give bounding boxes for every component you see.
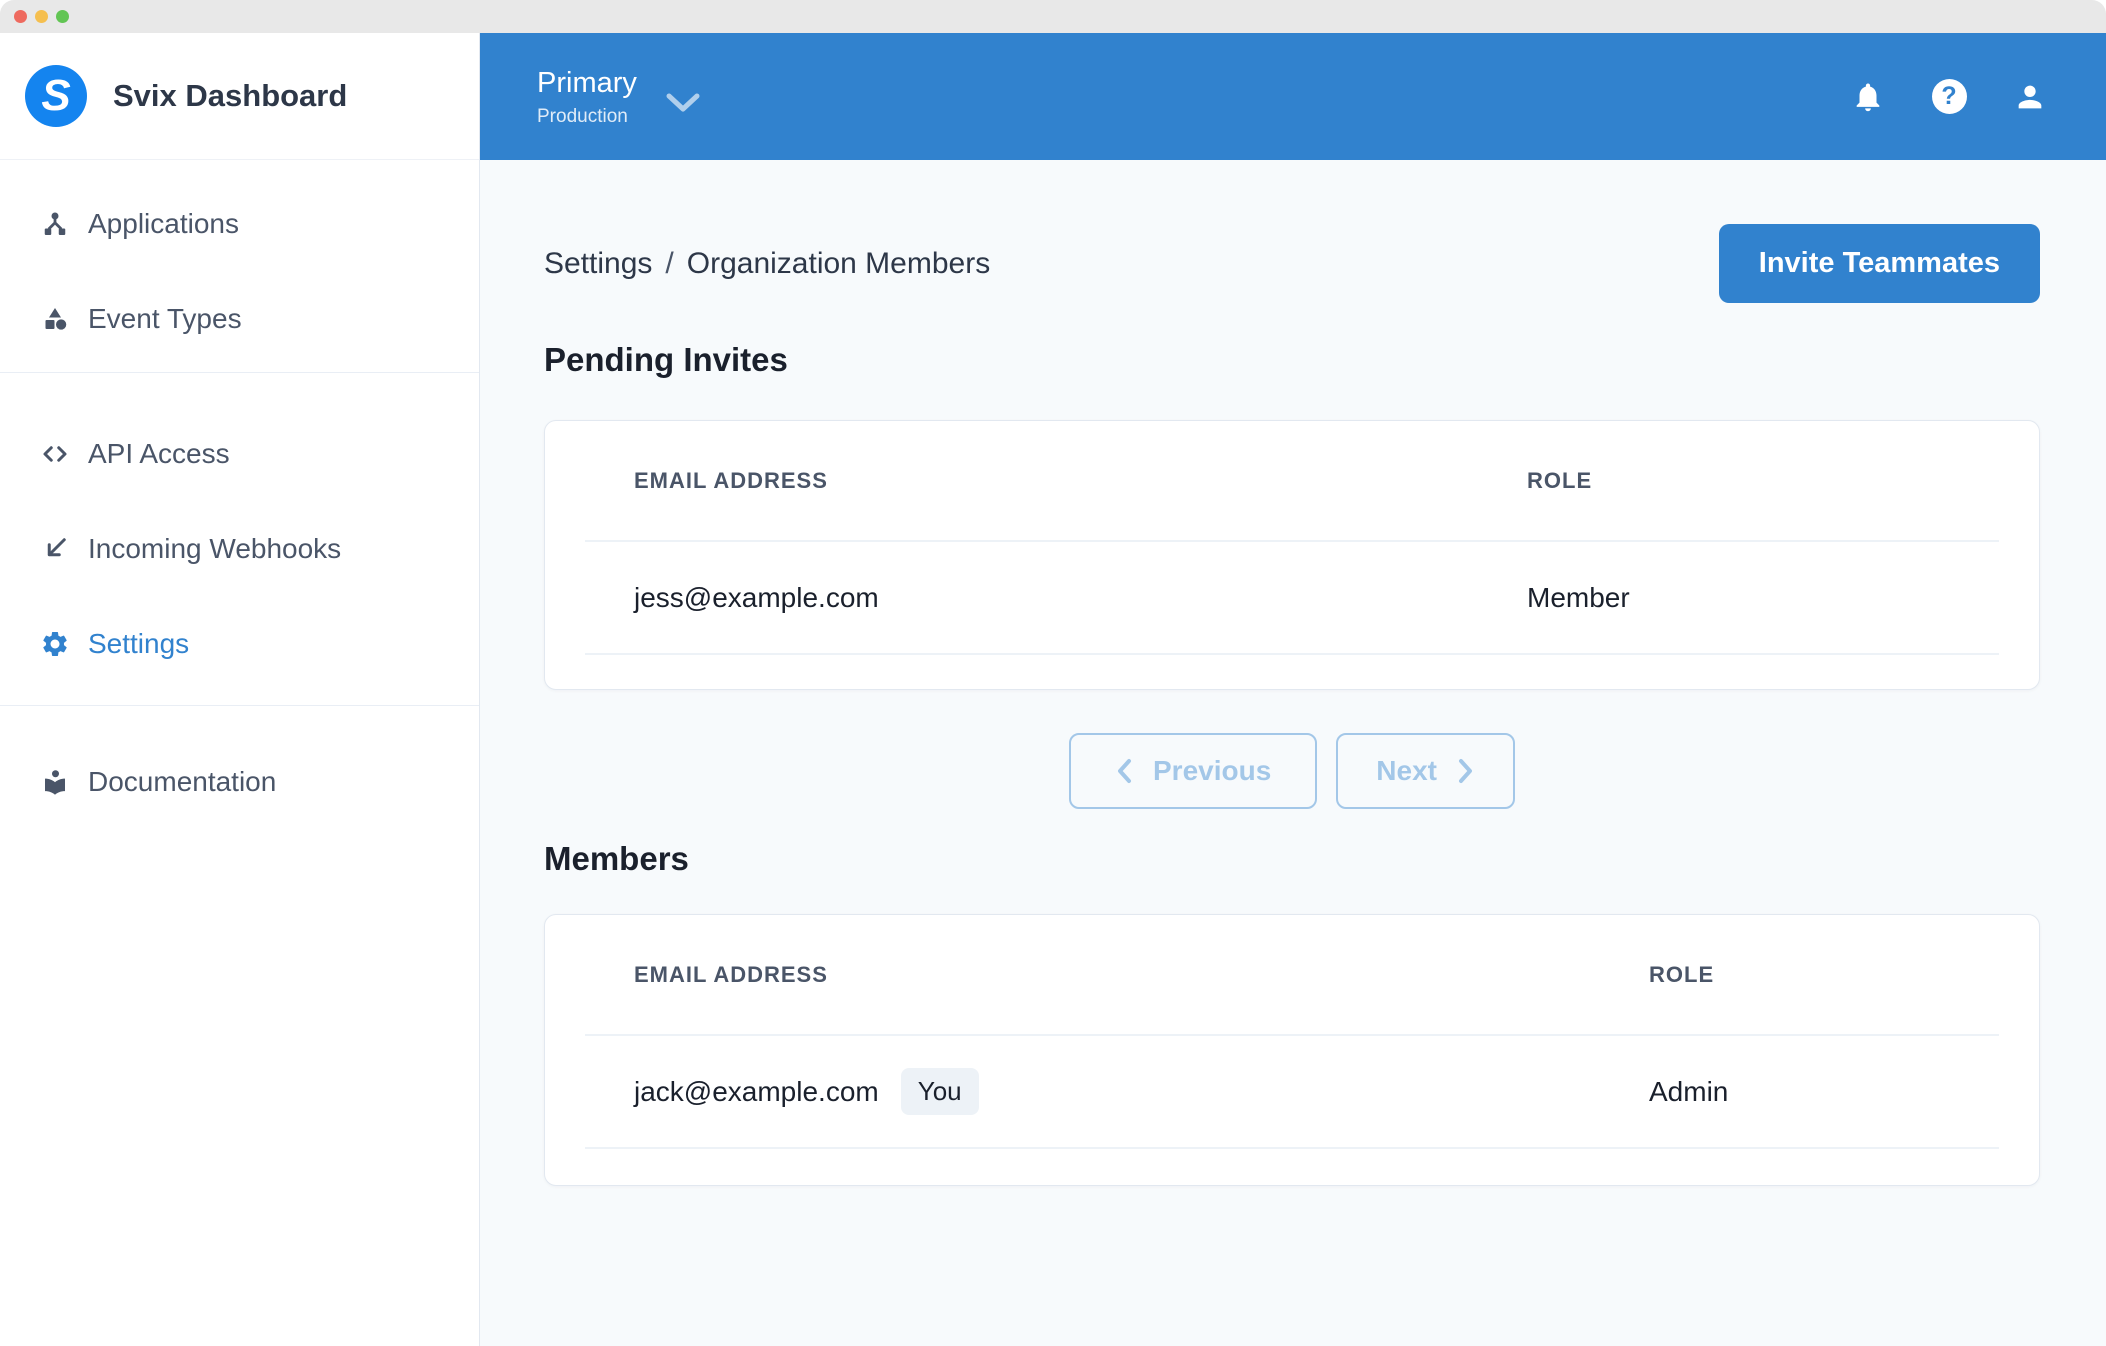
- sidebar-item-documentation[interactable]: Documentation: [0, 734, 479, 829]
- sidebar-item-applications[interactable]: Applications: [0, 176, 479, 271]
- close-window-button[interactable]: [14, 10, 27, 23]
- sidebar-item-label: Documentation: [88, 766, 276, 798]
- page-content: Settings / Organization Members Invite T…: [480, 160, 2106, 1186]
- table-row: jack@example.com You Admin: [585, 1036, 1999, 1149]
- sidebar-item-label: Applications: [88, 208, 239, 240]
- main-area: Primary Production: [480, 33, 2106, 1346]
- email-address-column-header: EMAIL ADDRESS: [634, 962, 1649, 988]
- applications-icon: [40, 209, 70, 239]
- sidebar-item-label: Settings: [88, 628, 189, 660]
- members-title: Members: [544, 838, 2040, 880]
- sidebar: S Svix Dashboard Appl: [0, 33, 480, 1346]
- sidebar-divider: [0, 372, 479, 373]
- workspace-switcher[interactable]: Primary Production: [537, 66, 701, 128]
- pending-invites-card: EMAIL ADDRESS ROLE jess@example.com Memb…: [544, 420, 2040, 690]
- chevron-down-icon: [665, 92, 701, 119]
- page-header: Settings / Organization Members Invite T…: [544, 224, 2040, 303]
- notifications-bell-icon[interactable]: [1850, 79, 1886, 115]
- sidebar-item-settings[interactable]: Settings: [0, 596, 479, 691]
- pagination: Previous Next: [544, 733, 2040, 809]
- invite-role-cell: Member: [1527, 582, 1630, 614]
- you-badge: You: [901, 1068, 979, 1115]
- sidebar-item-api-access[interactable]: API Access: [0, 406, 479, 501]
- sidebar-item-label: Event Types: [88, 303, 242, 335]
- workspace-environment: Production: [537, 105, 637, 128]
- minimize-window-button[interactable]: [35, 10, 48, 23]
- breadcrumb-settings[interactable]: Settings: [544, 247, 652, 281]
- previous-label: Previous: [1153, 755, 1271, 787]
- brand-title: Svix Dashboard: [113, 78, 347, 114]
- next-label: Next: [1376, 755, 1437, 787]
- api-access-icon: [40, 439, 70, 469]
- breadcrumb-organization-members: Organization Members: [687, 247, 990, 281]
- table-header-row: EMAIL ADDRESS ROLE: [585, 421, 1999, 542]
- sidebar-item-incoming-webhooks[interactable]: Incoming Webhooks: [0, 501, 479, 596]
- breadcrumb-separator: /: [652, 247, 686, 281]
- invite-teammates-button[interactable]: Invite Teammates: [1719, 224, 2040, 303]
- zoom-window-button[interactable]: [56, 10, 69, 23]
- event-types-icon: [40, 304, 70, 334]
- sidebar-item-label: Incoming Webhooks: [88, 533, 341, 565]
- members-card: EMAIL ADDRESS ROLE jack@example.com You …: [544, 914, 2040, 1186]
- next-page-button[interactable]: Next: [1336, 733, 1515, 809]
- role-column-header: ROLE: [1527, 468, 1592, 494]
- email-address-column-header: EMAIL ADDRESS: [634, 468, 1527, 494]
- chevron-left-icon: [1115, 757, 1133, 785]
- settings-gear-icon: [40, 629, 70, 659]
- incoming-webhooks-icon: [40, 534, 70, 564]
- chevron-right-icon: [1457, 757, 1475, 785]
- role-column-header: ROLE: [1649, 962, 1714, 988]
- member-email-cell: jack@example.com: [634, 1076, 879, 1108]
- sidebar-item-event-types[interactable]: Event Types: [0, 271, 479, 366]
- sidebar-divider: [0, 705, 479, 706]
- top-navbar: Primary Production: [480, 33, 2106, 160]
- help-question-glyph: ?: [1932, 79, 1967, 114]
- workspace-name: Primary: [537, 66, 637, 100]
- sidebar-nav: Applications Event Types: [0, 160, 479, 829]
- invite-email-cell: jess@example.com: [634, 582, 1527, 614]
- table-row: jess@example.com Member: [585, 542, 1999, 655]
- svix-logo-icon: S: [25, 65, 87, 127]
- pending-invites-title: Pending Invites: [544, 339, 2040, 381]
- browser-window: S Svix Dashboard Appl: [0, 0, 2106, 1346]
- brand-header: S Svix Dashboard: [0, 33, 479, 160]
- user-account-icon[interactable]: [2012, 79, 2048, 115]
- sidebar-item-label: API Access: [88, 438, 230, 470]
- help-icon[interactable]: ?: [1931, 79, 1967, 115]
- breadcrumb: Settings / Organization Members: [544, 247, 990, 281]
- previous-page-button[interactable]: Previous: [1069, 733, 1317, 809]
- app-frame: S Svix Dashboard Appl: [0, 33, 2106, 1346]
- member-role-cell: Admin: [1649, 1076, 1728, 1108]
- documentation-book-icon: [40, 767, 70, 797]
- window-titlebar: [0, 0, 2106, 33]
- table-header-row: EMAIL ADDRESS ROLE: [585, 915, 1999, 1036]
